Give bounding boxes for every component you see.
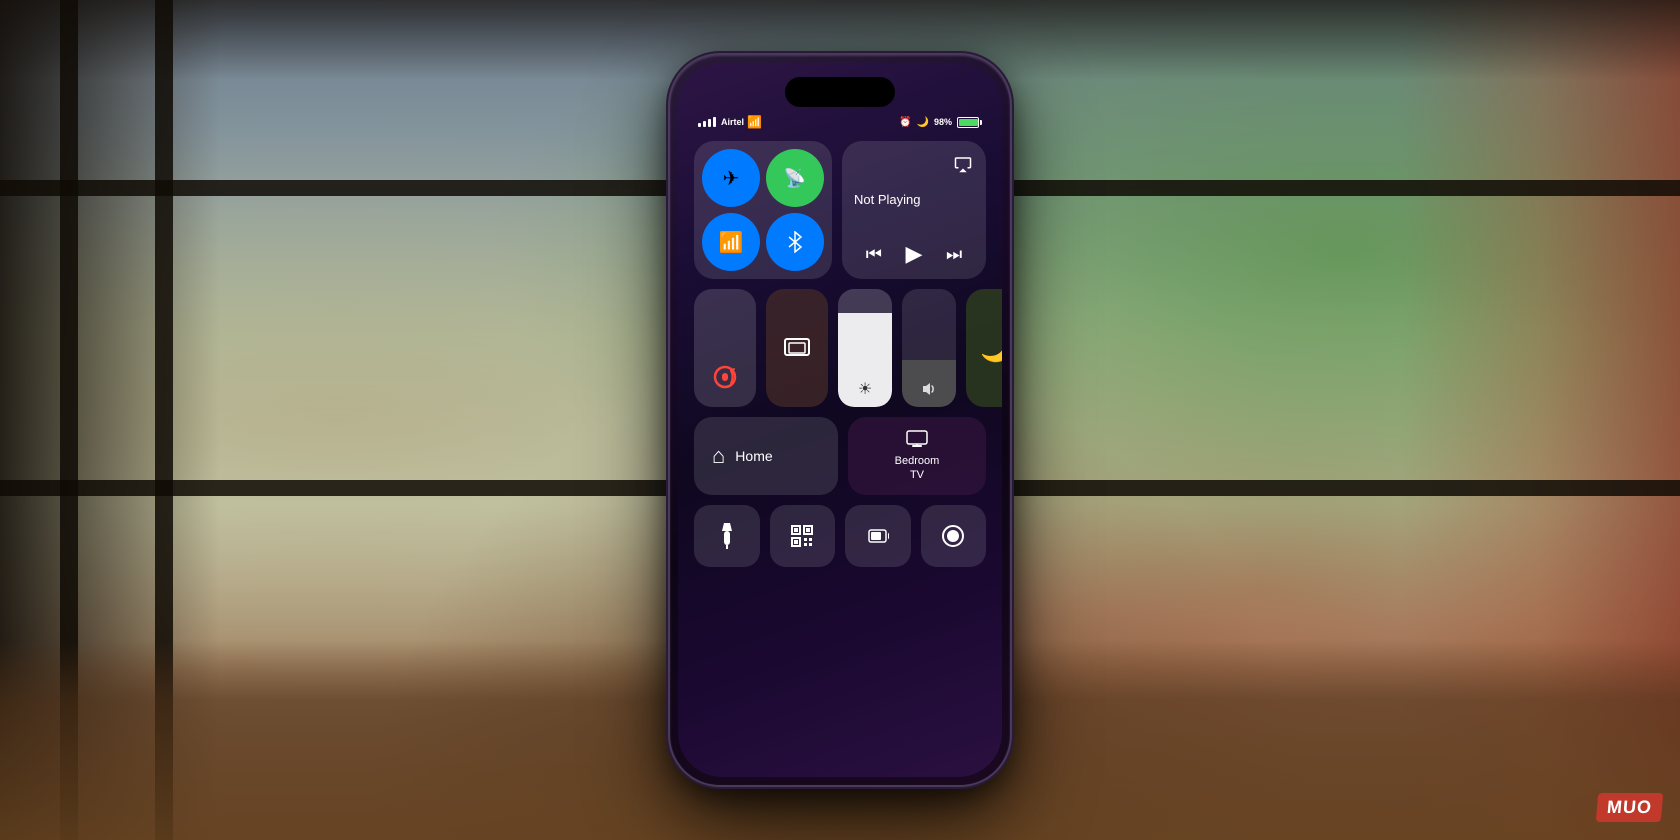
fast-forward-button[interactable]: ⏭ bbox=[946, 244, 962, 265]
cc-row-3: ⌂ Home BedroomTV bbox=[694, 417, 986, 495]
status-bar: Airtel 📶 ⏰ 🌙 98% bbox=[698, 115, 982, 129]
play-button[interactable]: ▶ bbox=[906, 241, 923, 267]
airplane-mode-button[interactable]: ✈ bbox=[702, 149, 760, 207]
volume-icon bbox=[921, 382, 937, 399]
bedroom-tv-tile[interactable]: BedroomTV bbox=[848, 417, 986, 495]
status-bar-left: Airtel 📶 bbox=[698, 115, 762, 129]
wifi-icon: 📶 bbox=[747, 115, 762, 129]
rewind-button[interactable]: ⏮ bbox=[866, 244, 882, 265]
control-center: ✈ 📡 📶 bbox=[694, 141, 986, 747]
iphone-device: Airtel 📶 ⏰ 🌙 98% bbox=[670, 55, 1010, 785]
connectivity-tile[interactable]: ✈ 📡 📶 bbox=[694, 141, 832, 279]
cc-row-2: ☀ 🌙 bbox=[694, 289, 986, 407]
battery-icon bbox=[957, 117, 982, 128]
home-tile[interactable]: ⌂ Home bbox=[694, 417, 838, 495]
battery-body bbox=[957, 117, 979, 128]
wifi-button[interactable]: 📶 bbox=[702, 213, 760, 271]
home-label: Home bbox=[735, 448, 772, 464]
battery-tip bbox=[980, 120, 982, 125]
cc-row-1: ✈ 📡 📶 bbox=[694, 141, 986, 279]
signal-bars bbox=[698, 117, 716, 127]
alarm-icon: ⏰ bbox=[899, 117, 911, 128]
carrier-name: Airtel bbox=[721, 117, 744, 127]
cc-row-4 bbox=[694, 505, 986, 567]
screen-mirror-tile[interactable] bbox=[766, 289, 828, 407]
do-not-disturb-tile[interactable]: 🌙 Do Not Disturb On bbox=[966, 289, 1002, 407]
dynamic-island bbox=[785, 77, 895, 107]
tv-label: BedroomTV bbox=[895, 455, 940, 481]
muo-watermark: MUO bbox=[1596, 793, 1664, 822]
qr-code-tile[interactable] bbox=[770, 505, 836, 567]
brightness-slider[interactable]: ☀ bbox=[838, 289, 892, 407]
moon-icon: 🌙 bbox=[980, 333, 1002, 364]
brightness-icon: ☀ bbox=[858, 379, 872, 399]
bluetooth-button[interactable] bbox=[766, 213, 824, 271]
signal-bar-2 bbox=[703, 121, 706, 127]
cellular-button[interactable]: 📡 bbox=[766, 149, 824, 207]
signal-bar-3 bbox=[708, 119, 711, 127]
focus-icon: 🌙 bbox=[917, 117, 929, 128]
airplay-button[interactable] bbox=[950, 151, 976, 177]
signal-bar-1 bbox=[698, 123, 701, 127]
rotation-lock-tile[interactable] bbox=[694, 289, 756, 407]
volume-slider[interactable] bbox=[902, 289, 956, 407]
battery-percent: 98% bbox=[934, 117, 952, 127]
rotation-lock-icon bbox=[711, 363, 739, 397]
home-icon: ⌂ bbox=[712, 443, 725, 469]
media-controls: ⏮ ▶ ⏭ bbox=[854, 241, 974, 267]
iphone-screen: Airtel 📶 ⏰ 🌙 98% bbox=[678, 63, 1002, 777]
status-bar-right: ⏰ 🌙 98% bbox=[899, 117, 982, 128]
media-tile[interactable]: Not Playing ⏮ ▶ ⏭ bbox=[842, 141, 986, 279]
battery-fill bbox=[959, 119, 978, 126]
battery-tile[interactable] bbox=[845, 505, 911, 567]
screen-record-tile[interactable] bbox=[921, 505, 987, 567]
flashlight-tile[interactable] bbox=[694, 505, 760, 567]
signal-bar-4 bbox=[713, 117, 716, 127]
iphone-body: Airtel 📶 ⏰ 🌙 98% bbox=[670, 55, 1010, 785]
tv-icon bbox=[906, 430, 928, 453]
